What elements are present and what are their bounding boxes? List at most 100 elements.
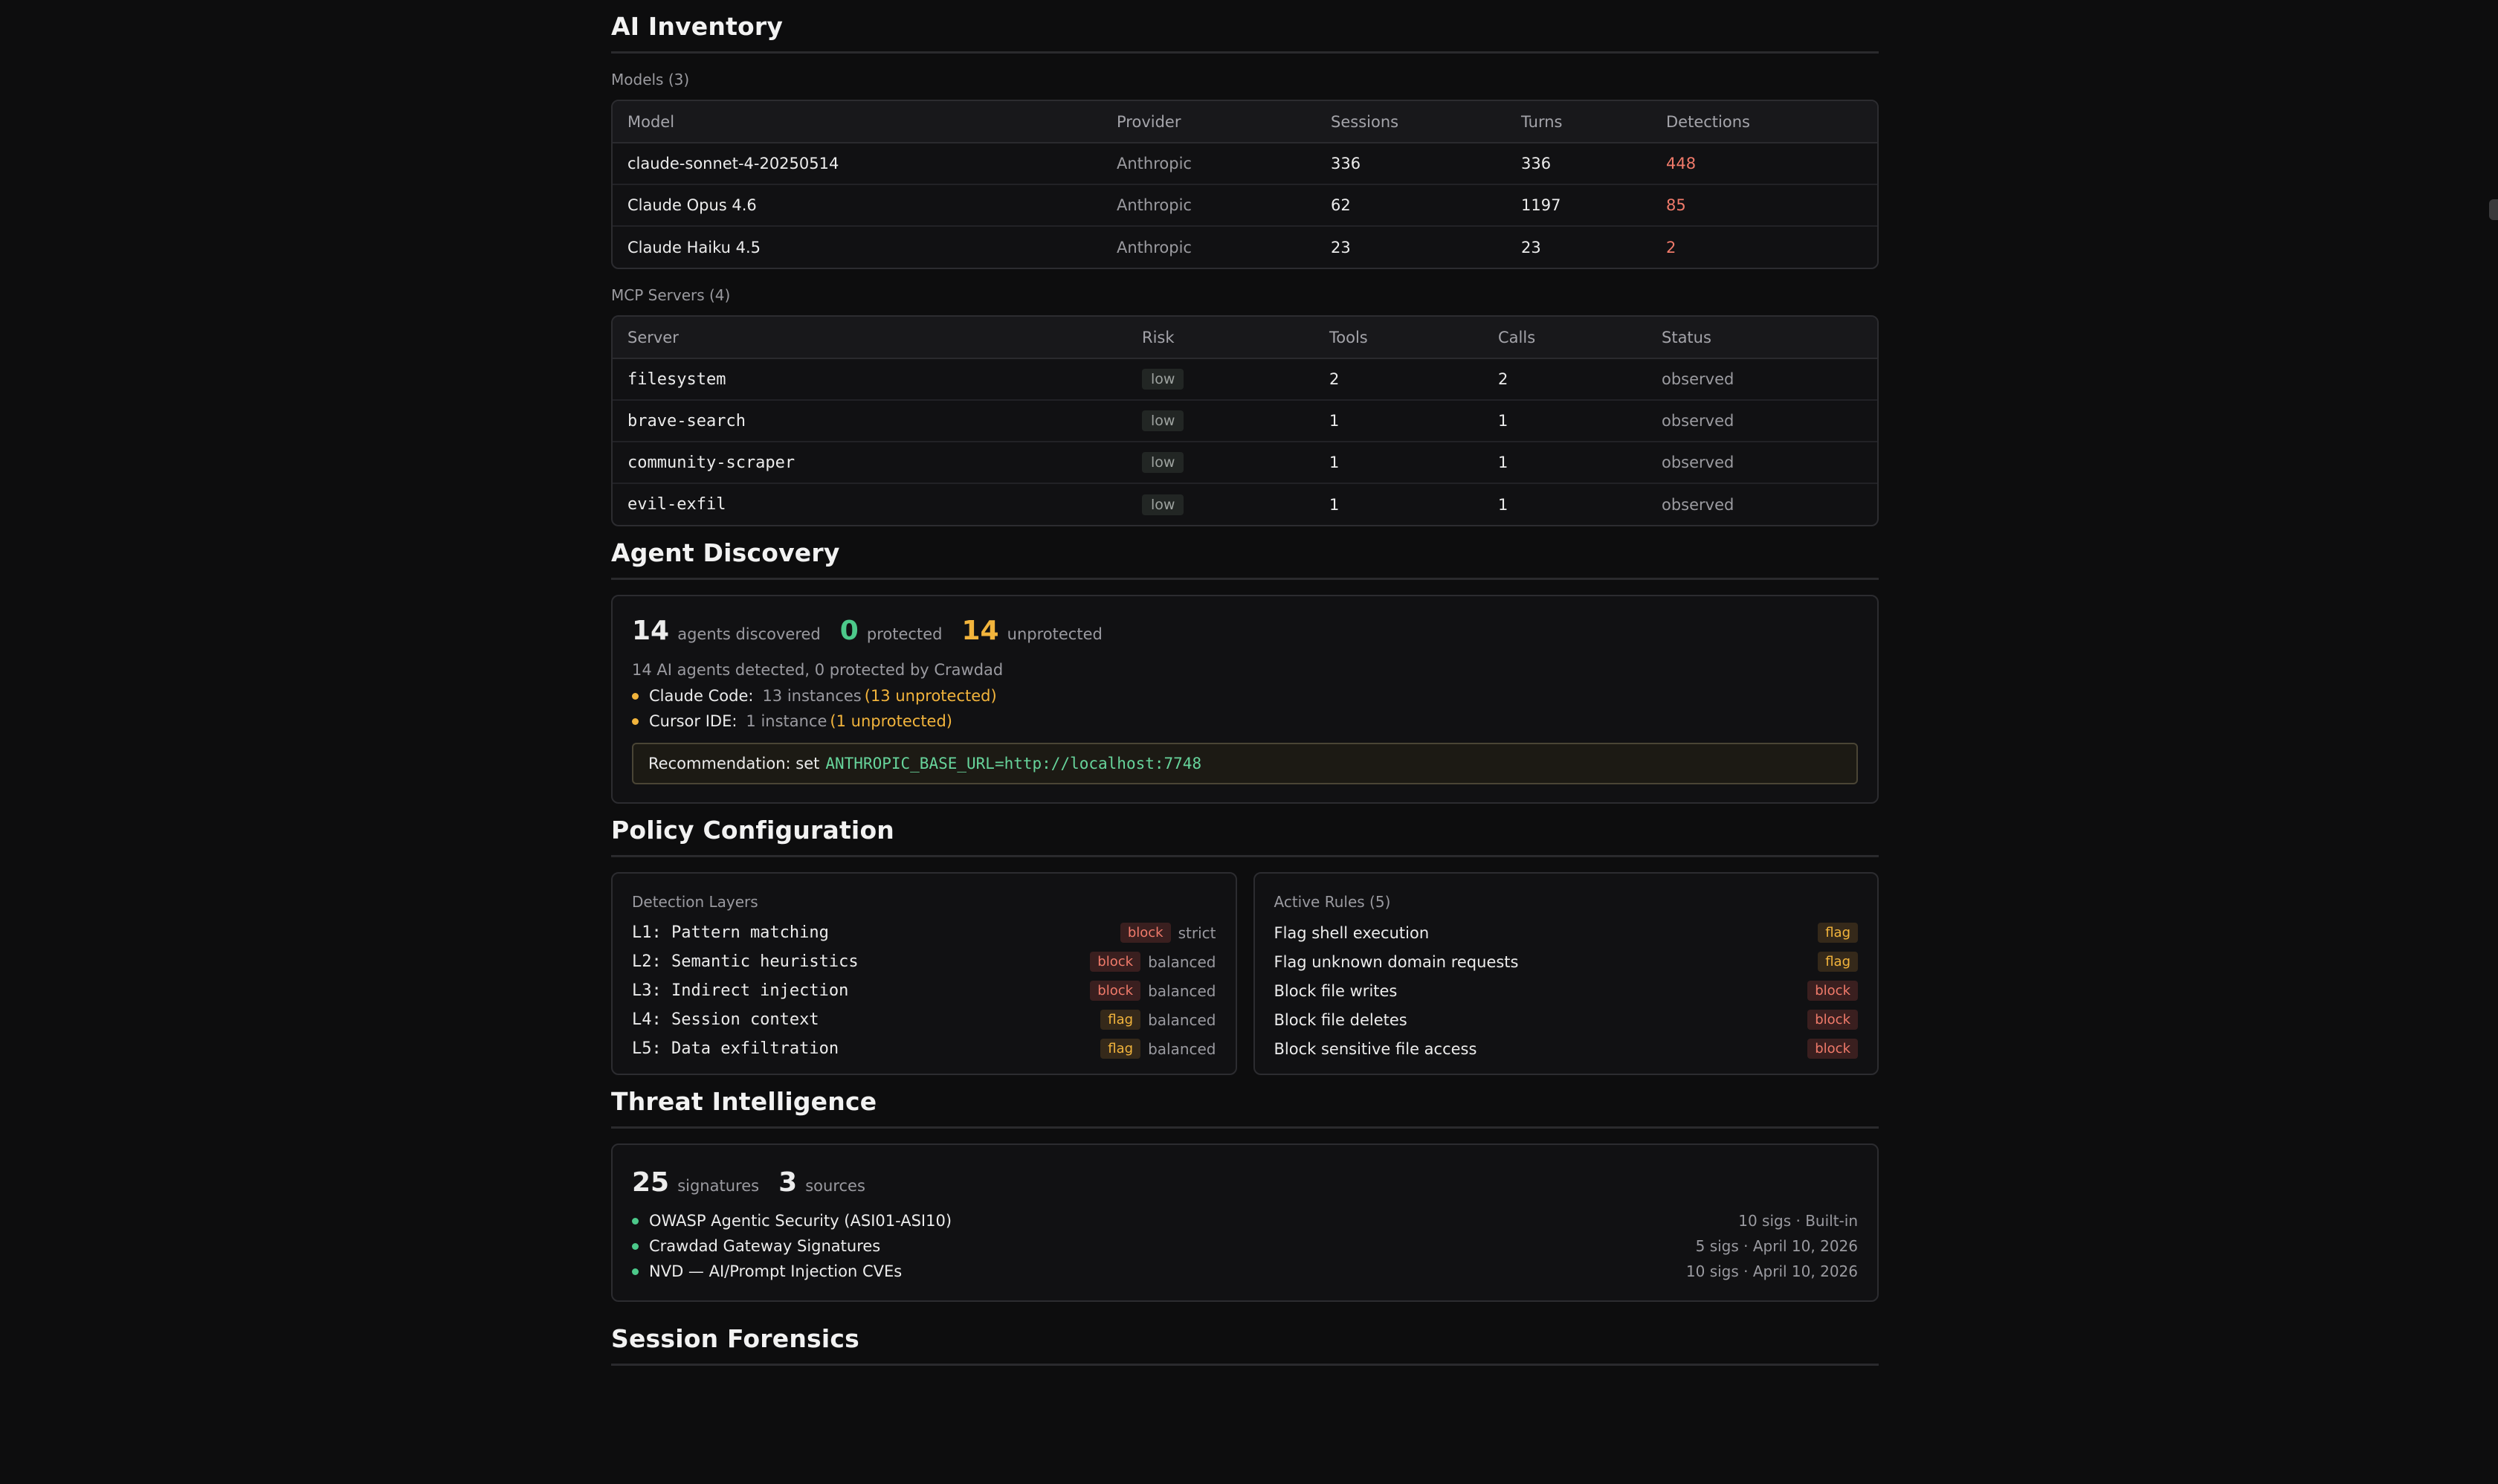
server-status: observed (1647, 442, 1877, 484)
list-item: Cursor IDE: 1 instance (1 unprotected) (632, 709, 1858, 734)
model-provider: Anthropic (1102, 184, 1316, 227)
layer-name: L5: Data exfiltration (632, 1039, 839, 1058)
layer-name: L1: Pattern matching (632, 923, 829, 942)
table-row[interactable]: Claude Opus 4.6 Anthropic 62 1197 85 (613, 184, 1877, 227)
status-dot-icon (632, 1268, 639, 1275)
col-header-tools: Tools (1314, 317, 1483, 359)
mcp-servers-table-card: Server Risk Tools Calls Status filesyste… (611, 315, 1879, 526)
server-calls: 1 (1483, 400, 1647, 442)
unprotected-count: 14 (961, 616, 999, 646)
recommendation-code[interactable]: ANTHROPIC_BASE_URL=http://localhost:7748 (825, 755, 1201, 772)
col-header-turns: Turns (1506, 101, 1651, 143)
unprotected-label: unprotected (1007, 625, 1103, 643)
list-item: L1: Pattern matching block strict (632, 918, 1216, 947)
table-row[interactable]: Claude Haiku 4.5 Anthropic 23 23 2 (613, 226, 1877, 268)
action-badge: block (1090, 981, 1141, 1001)
list-item: Block sensitive file access block (1274, 1034, 1858, 1063)
model-turns: 1197 (1506, 184, 1651, 227)
action-badge: block (1807, 1039, 1858, 1059)
server-status: observed (1647, 358, 1877, 401)
list-item: NVD — AI/Prompt Injection CVEs 10 sigs ·… (632, 1259, 1858, 1284)
model-name: Claude Haiku 4.5 (627, 238, 761, 257)
table-row[interactable]: filesystem low 2 2 observed (613, 358, 1877, 401)
action-badge: flag (1818, 952, 1858, 972)
table-row[interactable]: evil-exfil low 1 1 observed (613, 483, 1877, 525)
layer-mode: strict (1178, 923, 1216, 942)
rule-name: Block sensitive file access (1274, 1039, 1477, 1058)
active-rules-title: Active Rules (5) (1274, 893, 1391, 911)
section-title-threat-intelligence: Threat Intelligence (611, 1075, 1879, 1129)
server-name: evil-exfil (627, 495, 726, 514)
sources-label: sources (805, 1177, 865, 1195)
scrollbar-thumb[interactable] (2489, 199, 2498, 220)
source-meta: 5 sigs · April 10, 2026 (1695, 1237, 1858, 1255)
model-name: claude-sonnet-4-20250514 (613, 143, 1102, 185)
rule-name: Flag unknown domain requests (1274, 952, 1519, 971)
recommendation-box: Recommendation: set ANTHROPIC_BASE_URL=h… (632, 743, 1858, 784)
server-name: brave-search (613, 400, 1127, 442)
layer-name: L3: Indirect injection (632, 981, 849, 1000)
col-header-provider: Provider (1102, 101, 1316, 143)
model-provider: Anthropic (1102, 143, 1316, 185)
server-status: observed (1662, 495, 1734, 514)
sources-count: 3 (778, 1167, 798, 1198)
protected-count: 0 (839, 616, 859, 646)
action-badge: flag (1818, 923, 1858, 943)
agent-name: Cursor IDE: (649, 712, 738, 730)
layer-name: L4: Session context (632, 1010, 819, 1029)
list-item: Claude Code: 13 instances (13 unprotecte… (632, 683, 1858, 709)
table-row[interactable]: brave-search low 1 1 observed (613, 400, 1877, 442)
list-item: L3: Indirect injection block balanced (632, 976, 1216, 1005)
models-table: Model Provider Sessions Turns Detections… (613, 101, 1877, 268)
list-item: Flag shell execution flag (1274, 918, 1858, 947)
list-item: Block file writes block (1274, 976, 1858, 1005)
active-rules-card: Active Rules (5) Flag shell execution fl… (1253, 872, 1879, 1075)
section-title-policy-configuration: Policy Configuration (611, 804, 1879, 857)
server-calls: 1 (1498, 495, 1508, 514)
col-header-model: Model (613, 101, 1102, 143)
source-meta: 10 sigs · April 10, 2026 (1685, 1262, 1858, 1280)
models-label: Models (3) (611, 71, 690, 88)
server-status: observed (1647, 400, 1877, 442)
server-calls: 1 (1483, 442, 1647, 484)
server-tools: 1 (1329, 495, 1340, 514)
action-badge: flag (1100, 1039, 1141, 1059)
risk-badge: low (1142, 452, 1184, 473)
model-turns: 336 (1506, 143, 1651, 185)
agent-instances: 13 instances (762, 687, 862, 705)
main-content: AI Inventory Models (3) Model Provider S… (611, 0, 1879, 1366)
list-item: Flag unknown domain requests flag (1274, 947, 1858, 976)
model-sessions: 23 (1331, 238, 1351, 257)
status-dot-icon (632, 692, 639, 700)
col-header-sessions: Sessions (1316, 101, 1506, 143)
table-row[interactable]: community-scraper low 1 1 observed (613, 442, 1877, 484)
risk-badge: low (1142, 410, 1184, 431)
list-item: L4: Session context flag balanced (632, 1005, 1216, 1034)
status-dot-icon (632, 717, 639, 725)
server-name: filesystem (613, 358, 1127, 401)
action-badge: block (1807, 981, 1858, 1001)
action-badge: block (1120, 923, 1171, 943)
action-badge: block (1807, 1010, 1858, 1030)
agents-discovered-label: agents discovered (677, 625, 821, 643)
source-name: NVD — AI/Prompt Injection CVEs (649, 1262, 903, 1280)
signatures-count: 25 (632, 1167, 670, 1198)
status-dot-icon (632, 1217, 639, 1225)
list-item: Crawdad Gateway Signatures 5 sigs · Apri… (632, 1233, 1858, 1259)
table-row[interactable]: claude-sonnet-4-20250514 Anthropic 336 3… (613, 143, 1877, 185)
server-name: community-scraper (613, 442, 1127, 484)
list-item: L5: Data exfiltration flag balanced (632, 1034, 1216, 1063)
list-item: Block file deletes block (1274, 1005, 1858, 1034)
rule-name: Flag shell execution (1274, 923, 1430, 942)
col-header-risk: Risk (1127, 317, 1314, 359)
agent-unprotected: (1 unprotected) (830, 712, 952, 730)
action-badge: flag (1100, 1010, 1141, 1030)
agent-unprotected: (13 unprotected) (864, 687, 997, 705)
mcp-servers-table: Server Risk Tools Calls Status filesyste… (613, 317, 1877, 525)
server-tools: 1 (1314, 400, 1483, 442)
model-turns: 23 (1521, 238, 1541, 257)
source-name: Crawdad Gateway Signatures (649, 1237, 881, 1255)
models-table-card: Model Provider Sessions Turns Detections… (611, 100, 1879, 269)
agents-discovered-count: 14 (632, 616, 670, 646)
recommendation-label: Recommendation: set (648, 755, 820, 772)
